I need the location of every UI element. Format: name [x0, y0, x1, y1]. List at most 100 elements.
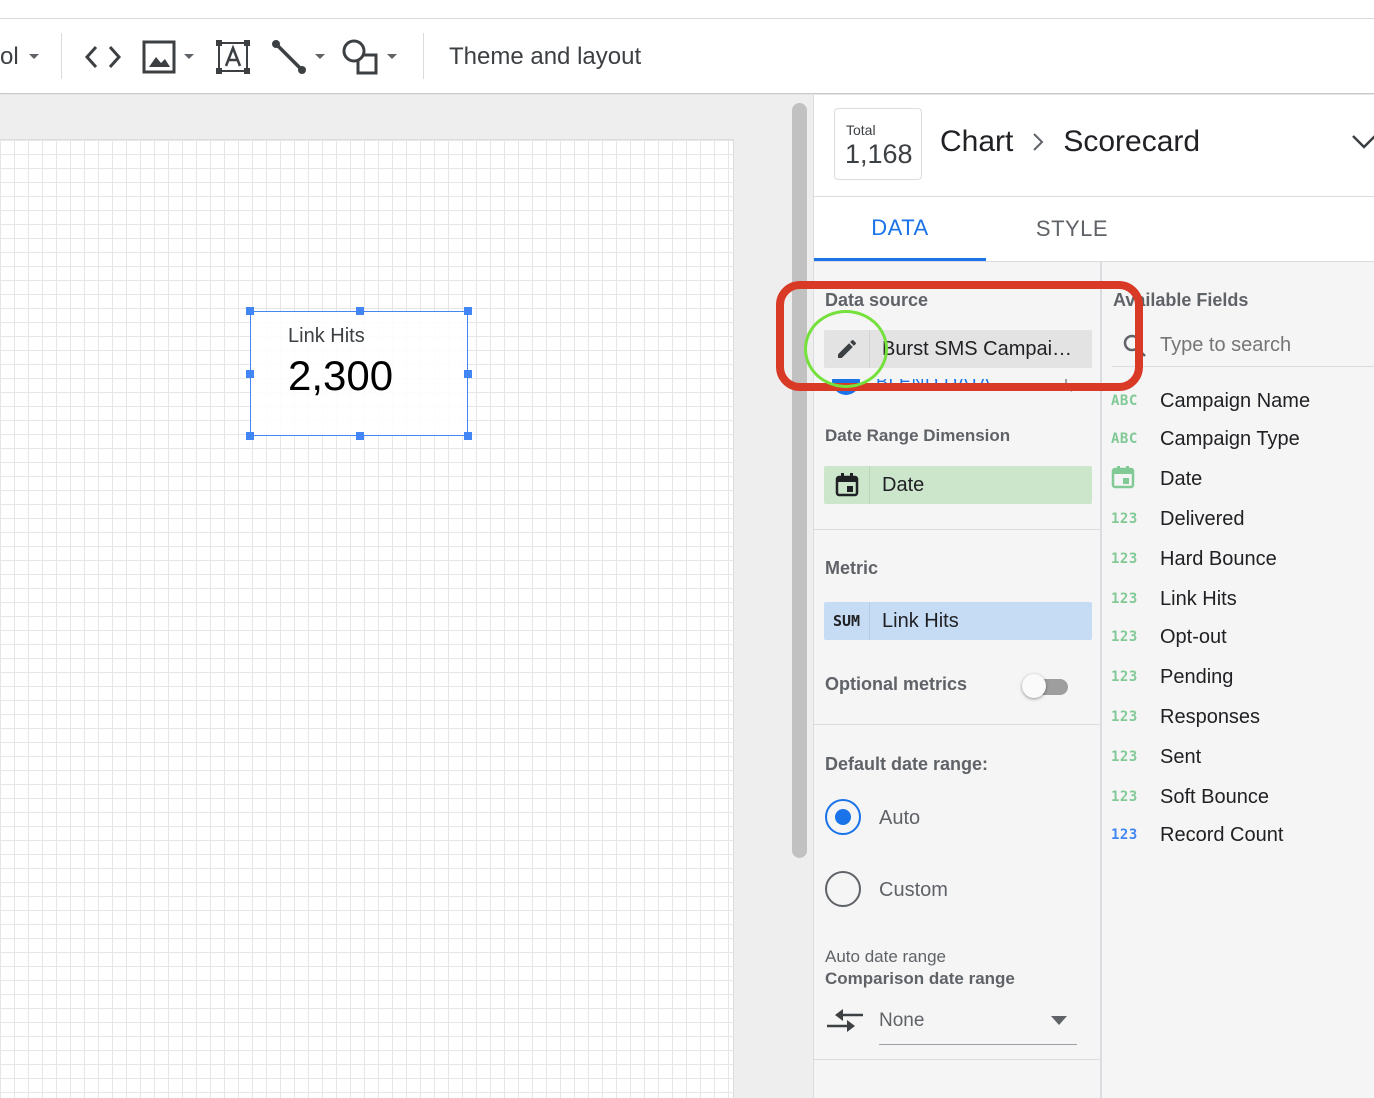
- shape-button[interactable]: [341, 19, 397, 94]
- chevron-down-icon: [387, 54, 397, 59]
- field-item[interactable]: 123 Delivered: [1102, 504, 1374, 534]
- number-type-icon: 123: [1111, 749, 1138, 765]
- chevron-down-icon[interactable]: [1350, 133, 1374, 151]
- breadcrumb-chart: Chart: [940, 125, 1014, 158]
- resize-handle[interactable]: [356, 432, 364, 440]
- resize-handle[interactable]: [464, 307, 472, 315]
- line-button[interactable]: [271, 19, 325, 94]
- metric-value: Link Hits: [882, 609, 959, 632]
- section-divider: [814, 724, 1100, 725]
- thumbnail-total-label: Total: [846, 122, 876, 138]
- chevron-down-icon: [28, 54, 39, 59]
- theme-and-layout-button[interactable]: Theme and layout: [449, 19, 641, 94]
- field-item[interactable]: 123 Record Count: [1102, 820, 1374, 850]
- date-range-dimension-chip[interactable]: Date: [824, 466, 1092, 504]
- number-type-icon: 123: [1111, 551, 1138, 567]
- top-strip: [0, 0, 1374, 19]
- line-icon: [272, 39, 306, 74]
- image-icon: [142, 40, 176, 73]
- comparison-date-range-value: None: [879, 1010, 925, 1031]
- scorecard-value: 2,300: [288, 352, 394, 399]
- chart-thumbnail[interactable]: Total 1,168: [834, 108, 922, 180]
- field-item[interactable]: 123 Soft Bounce: [1102, 782, 1374, 812]
- available-fields-column: Available Fields ABCCampaign NameABCCamp…: [1102, 261, 1374, 1098]
- tab-data[interactable]: DATA: [814, 197, 986, 261]
- text-box-icon: [216, 39, 250, 74]
- theme-and-layout-label: Theme and layout: [449, 42, 642, 70]
- resize-handle[interactable]: [464, 432, 472, 440]
- radio-custom[interactable]: [825, 871, 861, 907]
- number-type-icon: 123: [1111, 591, 1138, 607]
- field-name: Soft Bounce: [1160, 785, 1269, 808]
- canvas-scrollbar[interactable]: [786, 95, 813, 1098]
- section-divider: [814, 529, 1100, 530]
- field-name: Date: [1160, 467, 1203, 490]
- field-item[interactable]: Date: [1102, 464, 1374, 494]
- compare-arrows-icon: [827, 1009, 863, 1032]
- radio-auto-label: Auto: [879, 807, 921, 829]
- date-range-dimension-value: Date: [882, 473, 925, 496]
- scrollbar-thumb[interactable]: [792, 103, 807, 858]
- default-date-range-title: Default date range:: [825, 754, 989, 774]
- chevron-down-icon: [184, 54, 194, 59]
- toolbar-divider: [423, 33, 424, 79]
- field-name: Sent: [1160, 745, 1202, 768]
- optional-metrics-toggle[interactable]: [1022, 674, 1068, 698]
- radio-auto[interactable]: [825, 799, 861, 835]
- number-type-icon: 123: [1111, 789, 1138, 805]
- field-item[interactable]: 123 Pending: [1102, 662, 1374, 692]
- date-range-dimension-title: Date Range Dimension: [825, 426, 1011, 445]
- field-item[interactable]: 123 Hard Bounce: [1102, 544, 1374, 574]
- field-name: Responses: [1160, 705, 1261, 728]
- field-search-input[interactable]: [1160, 330, 1365, 360]
- field-name: Pending: [1160, 665, 1234, 688]
- optional-metrics-label: Optional metrics: [825, 674, 968, 694]
- field-name: Delivered: [1160, 507, 1245, 530]
- field-item[interactable]: ABC Campaign Name: [1102, 386, 1374, 416]
- field-item[interactable]: 123 Opt-out: [1102, 622, 1374, 652]
- canvas-area: Link Hits 2,300: [0, 95, 786, 1098]
- resize-handle[interactable]: [464, 370, 472, 378]
- number-type-icon: 123: [1111, 629, 1138, 645]
- url-embed-button[interactable]: [84, 19, 122, 94]
- tab-style[interactable]: STYLE: [986, 197, 1158, 261]
- control-menu[interactable]: ol: [0, 19, 39, 94]
- toolbar: ol Theme and layout: [0, 19, 1374, 94]
- resize-handle[interactable]: [246, 432, 254, 440]
- field-item[interactable]: ABC Campaign Type: [1102, 424, 1374, 454]
- scorecard-chart[interactable]: Link Hits 2,300: [246, 307, 472, 440]
- control-menu-label: ol: [0, 42, 19, 70]
- metric-title: Metric: [825, 558, 879, 578]
- dropdown-arrow-icon: [1051, 1016, 1067, 1025]
- field-name: Campaign Name: [1160, 389, 1311, 412]
- scorecard-label: Link Hits: [288, 325, 365, 347]
- resize-handle[interactable]: [246, 370, 254, 378]
- calendar-icon: [835, 473, 858, 497]
- field-name: Record Count: [1160, 823, 1284, 846]
- date-type-toggle[interactable]: [824, 466, 870, 504]
- image-button[interactable]: [142, 19, 194, 94]
- text-type-icon: ABC: [1111, 431, 1138, 447]
- metric-chip[interactable]: SUM Link Hits: [824, 602, 1092, 640]
- number-type-icon: 123: [1111, 669, 1138, 685]
- toggle-knob: [1022, 674, 1046, 698]
- aggregation-toggle[interactable]: SUM: [824, 602, 870, 640]
- report-page[interactable]: Link Hits 2,300: [0, 139, 734, 1098]
- number-type-icon: 123: [1111, 827, 1138, 843]
- calendar-icon: [1102, 465, 1160, 493]
- number-type-icon: 123: [1111, 511, 1138, 527]
- chevron-right-icon: [1033, 133, 1044, 151]
- properties-panel: Total 1,168 Chart Scorecard DATA STYLE D…: [813, 95, 1374, 1098]
- field-name: Campaign Type: [1160, 427, 1300, 450]
- field-name: Hard Bounce: [1160, 547, 1277, 570]
- thumbnail-total-value: 1,168: [845, 139, 913, 169]
- number-type-icon: 123: [1111, 709, 1138, 725]
- resize-handle[interactable]: [356, 307, 364, 315]
- field-item[interactable]: 123 Sent: [1102, 742, 1374, 772]
- toolbar-divider: [61, 33, 62, 79]
- resize-handle[interactable]: [246, 307, 254, 315]
- text-button[interactable]: [215, 19, 251, 94]
- field-item[interactable]: 123 Link Hits: [1102, 584, 1374, 614]
- field-item[interactable]: 123 Responses: [1102, 702, 1374, 732]
- comparison-date-range-select[interactable]: None: [825, 1004, 1079, 1046]
